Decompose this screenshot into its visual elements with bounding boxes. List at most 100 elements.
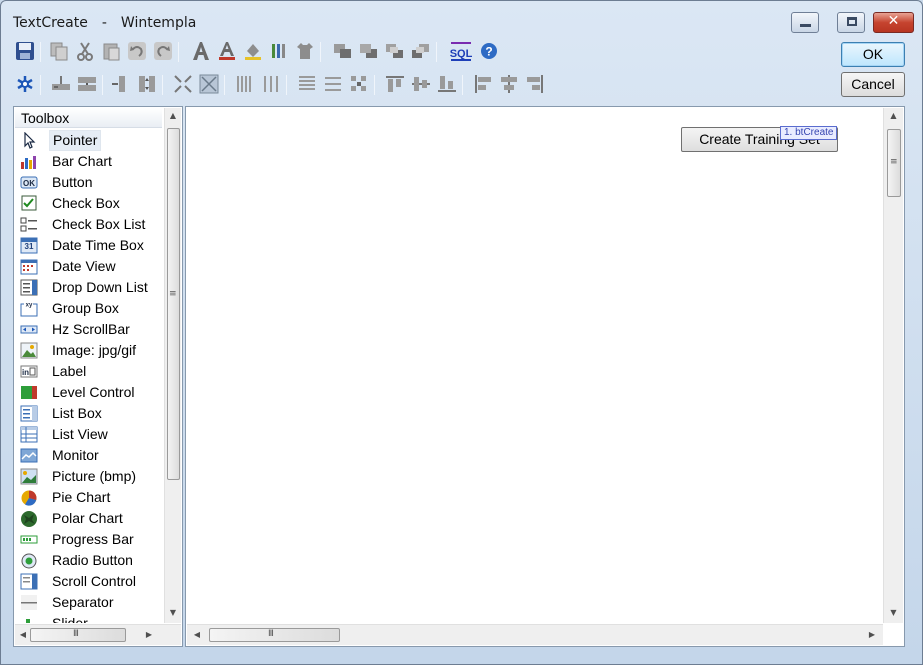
redo-icon[interactable] <box>151 39 175 63</box>
toolbox-item-group-box[interactable]: xy Group Box <box>14 298 162 319</box>
sql-label: SQL <box>450 48 472 60</box>
close-button[interactable]: ✕ <box>873 12 914 33</box>
columns-equal-icon[interactable] <box>233 72 257 96</box>
toolbox-item-check-box-list[interactable]: Check Box List <box>14 214 162 235</box>
rows-equal-icon[interactable] <box>295 72 319 96</box>
rows-icon[interactable] <box>321 72 345 96</box>
title-separator: - <box>101 15 107 31</box>
toolbox-header: Toolbox <box>15 108 162 128</box>
toolbox-item-progress-bar[interactable]: Progress Bar <box>14 529 162 550</box>
fill-color-icon[interactable] <box>241 39 265 63</box>
shrink-icon[interactable] <box>171 72 195 96</box>
window-title: TextCreate - Wintempla <box>13 15 196 31</box>
align-right-icon[interactable] <box>523 72 547 96</box>
canvas-horizontal-scrollbar[interactable]: ◀ III ▶ <box>187 624 883 645</box>
toolbox-item-bar-chart[interactable]: Bar Chart <box>14 151 162 172</box>
paste-icon[interactable] <box>99 39 123 63</box>
toolbox-horizontal-scrollbar[interactable]: ◀ III ▶ <box>15 624 181 645</box>
drop-down-list-icon <box>20 279 38 296</box>
toolbox-item-label: Monitor <box>52 447 99 463</box>
toolbox-item-list-box[interactable]: List Box <box>14 403 162 424</box>
font-icon[interactable] <box>189 39 213 63</box>
align-horizontal-center-icon[interactable] <box>49 72 73 96</box>
toolbox-item-label: Date View <box>52 258 116 274</box>
horizontal-scroll-thumb[interactable]: III <box>30 628 126 642</box>
columns-icon[interactable] <box>259 72 283 96</box>
space-horizontal-icon[interactable] <box>75 72 99 96</box>
icon-glyph: xy <box>26 303 33 309</box>
help-icon[interactable]: ? <box>477 39 501 63</box>
toolbox-item-slider[interactable]: Slider <box>14 613 162 623</box>
toolbox-item-picture-bmp[interactable]: Picture (bmp) <box>14 466 162 487</box>
grid-icon[interactable] <box>347 72 371 96</box>
line-color-icon[interactable] <box>267 39 291 63</box>
toolbox-item-pie-chart[interactable]: Pie Chart <box>14 487 162 508</box>
scroll-up-icon[interactable]: ▲ <box>884 111 903 120</box>
toolbox-item-button[interactable]: OK Button <box>14 172 162 193</box>
expand-icon[interactable] <box>197 72 221 96</box>
group-box-icon: xy <box>20 301 38 317</box>
toolbox-item-date-view[interactable]: Date View <box>14 256 162 277</box>
toolbox-item-list-view[interactable]: List View <box>14 424 162 445</box>
bring-forward-icon[interactable] <box>383 39 407 63</box>
minimize-button[interactable] <box>791 12 819 33</box>
toolbox-item-separator[interactable]: Separator <box>14 592 162 613</box>
svg-text:?: ? <box>485 45 492 59</box>
align-left-icon[interactable] <box>471 72 495 96</box>
toolbox-item-polar-chart[interactable]: Polar Chart <box>14 508 162 529</box>
send-to-back-icon[interactable] <box>357 39 381 63</box>
scroll-thumb[interactable]: ≡ <box>887 129 901 197</box>
scroll-left-icon[interactable]: ◀ <box>18 630 28 639</box>
toolbox-item-image-jpg-gif[interactable]: Image: jpg/gif <box>14 340 162 361</box>
toolbox-item-monitor[interactable]: Monitor <box>14 445 162 466</box>
toolbox-item-radio-button[interactable]: Radio Button <box>14 550 162 571</box>
space-vertical-icon[interactable] <box>135 72 159 96</box>
toolbox-item-scroll-control[interactable]: Scroll Control <box>14 571 162 592</box>
shirt-style-icon[interactable] <box>293 39 317 63</box>
bring-to-front-icon[interactable] <box>331 39 355 63</box>
scroll-thumb[interactable]: ≡ <box>167 128 180 480</box>
toolbox-item-label: Button <box>52 174 93 190</box>
send-backward-icon[interactable] <box>409 39 433 63</box>
scroll-right-icon[interactable]: ▶ <box>867 630 877 639</box>
scroll-left-icon[interactable]: ◀ <box>192 630 202 639</box>
align-top-icon[interactable] <box>383 72 407 96</box>
align-center-icon[interactable] <box>497 72 521 96</box>
cut-icon[interactable] <box>73 39 97 63</box>
toolbox-list[interactable]: Pointer Bar Chart OK Button Check Box Check B… <box>14 130 164 623</box>
scroll-down-icon[interactable]: ▼ <box>165 608 181 617</box>
picture-icon <box>20 468 38 485</box>
snowflake-icon[interactable] <box>13 72 37 96</box>
toolbox-item-drop-down-list[interactable]: Drop Down List <box>14 277 162 298</box>
design-canvas[interactable]: Create Training Set 1. btCreate ▲ ≡ ▼ ◀ … <box>185 106 905 647</box>
scroll-down-icon[interactable]: ▼ <box>884 608 903 617</box>
toolbox-item-label: List Box <box>52 405 102 421</box>
ok-button[interactable]: OK <box>841 42 905 67</box>
maximize-button[interactable] <box>837 12 865 33</box>
toolbox-item-label[interactable]: in Label <box>14 361 162 382</box>
font-color-icon[interactable] <box>215 39 239 63</box>
align-middle-icon[interactable] <box>409 72 433 96</box>
align-bottom-icon[interactable] <box>435 72 459 96</box>
control-id-tag: 1. btCreate <box>780 126 838 140</box>
toolbox-item-pointer[interactable]: Pointer <box>14 130 162 151</box>
undo-icon[interactable] <box>125 39 149 63</box>
level-control-icon <box>21 386 37 399</box>
copy-icon[interactable] <box>47 39 71 63</box>
toolbox-item-date-time-box[interactable]: 31 Date Time Box <box>14 235 162 256</box>
horizontal-scroll-thumb[interactable]: III <box>209 628 340 642</box>
toolbox-item-level-control[interactable]: Level Control <box>14 382 162 403</box>
canvas-vertical-scrollbar[interactable]: ▲ ≡ ▼ <box>883 108 903 623</box>
toolbox-item-label: Pointer <box>49 130 102 151</box>
sql-icon[interactable]: SQL <box>449 39 473 63</box>
toolbox-item-hz-scrollbar[interactable]: Hz ScrollBar <box>14 319 162 340</box>
toolbox-item-check-box[interactable]: Check Box <box>14 193 162 214</box>
toolbox-vertical-scrollbar[interactable]: ▲ ≡ ▼ <box>164 108 181 623</box>
title-bar[interactable]: TextCreate - Wintempla ✕ <box>1 1 922 37</box>
scroll-up-icon[interactable]: ▲ <box>165 111 181 120</box>
scroll-right-icon[interactable]: ▶ <box>144 630 154 639</box>
save-icon[interactable] <box>13 39 37 63</box>
bar-chart-icon <box>21 156 36 169</box>
align-vertical-center-icon[interactable] <box>109 72 133 96</box>
cancel-button[interactable]: Cancel <box>841 72 905 97</box>
